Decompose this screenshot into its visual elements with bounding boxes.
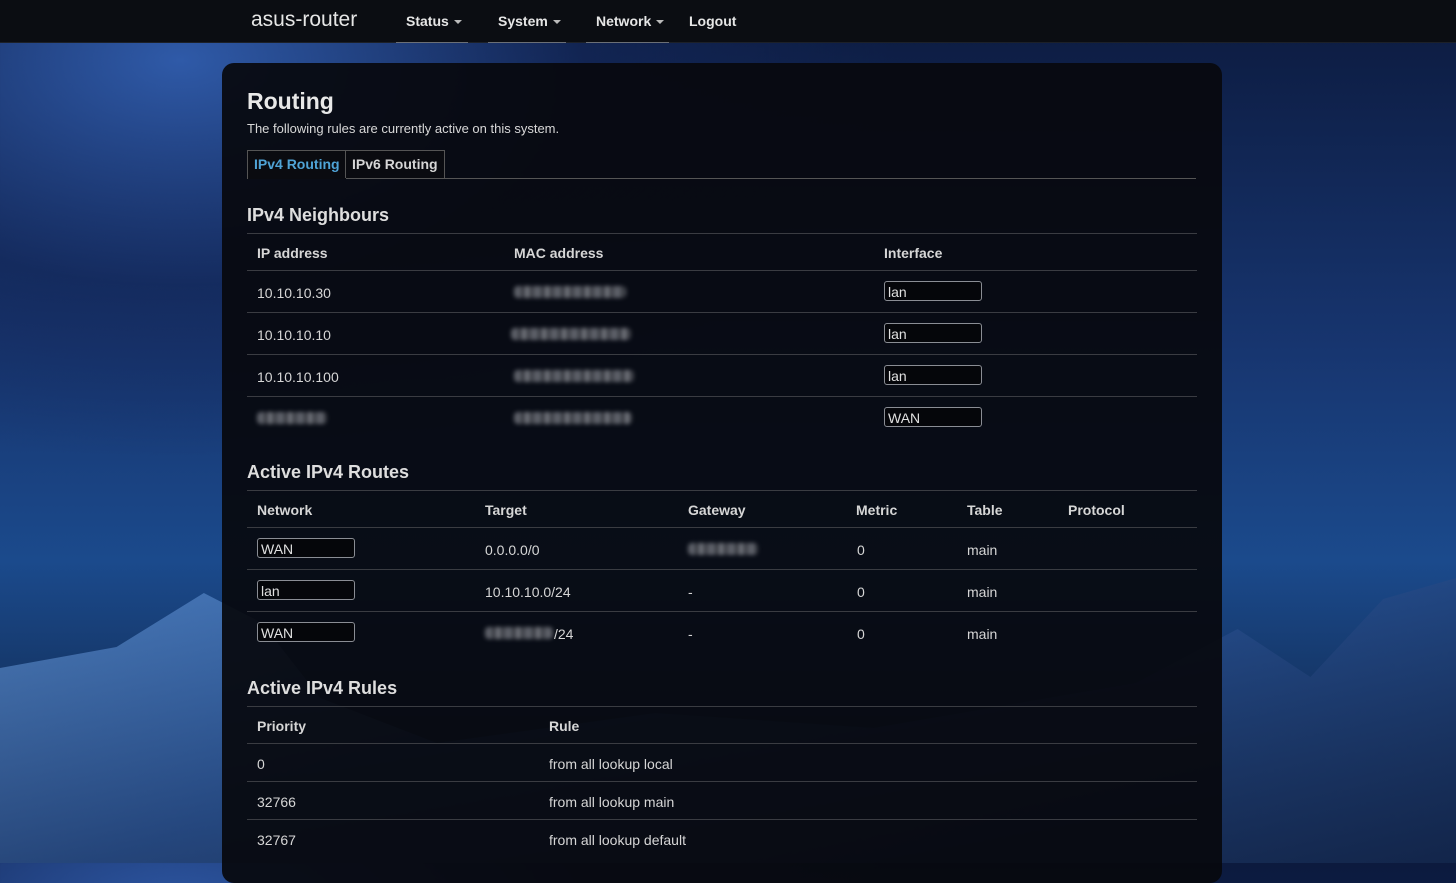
chevron-down-icon [552, 20, 561, 25]
nav-status-menu[interactable]: Status [396, 13, 468, 43]
brand-logo-text[interactable]: asus-router [251, 8, 357, 32]
nav-system-label: System [498, 13, 548, 29]
rule-text: from all lookup local [549, 756, 673, 772]
table-row: 0 from all lookup local [247, 743, 1197, 781]
chevron-down-icon [656, 20, 665, 25]
column-header: Interface [884, 245, 943, 261]
route-gateway: - [688, 584, 693, 600]
ip-address: 10.10.10.30 [257, 285, 331, 301]
table-header-row: Network Target Gateway Metric Table Prot… [247, 490, 1197, 527]
routes-table: Network Target Gateway Metric Table Prot… [247, 490, 1197, 653]
table-header-row: Priority Rule [247, 706, 1197, 743]
route-table: main [967, 626, 998, 642]
interface-badge: WAN [884, 407, 982, 427]
page-title: Routing [247, 88, 334, 114]
nav-network-menu[interactable]: Network [586, 13, 669, 43]
rules-table: Priority Rule 0 from all lookup local 32… [247, 706, 1197, 857]
neighbours-heading: IPv4 Neighbours [247, 205, 390, 225]
interface-badge: lan [884, 281, 982, 301]
column-header: Priority [257, 718, 307, 734]
tab-ipv6-routing[interactable]: IPv6 Routing [345, 150, 445, 178]
network-badge: lan [257, 580, 355, 600]
table-row: 32766 from all lookup main [247, 781, 1197, 819]
tab-ipv4-routing[interactable]: IPv4 Routing [247, 150, 347, 179]
column-header: Target [485, 502, 527, 518]
mac-address-redacted [511, 328, 631, 340]
route-table: main [967, 542, 998, 558]
routes-heading: Active IPv4 Routes [247, 462, 410, 482]
table-row: 10.10.10.10 lan [247, 312, 1197, 354]
nav-system-menu[interactable]: System [488, 13, 566, 43]
column-header: Metric [856, 502, 898, 518]
network-badge: WAN [257, 538, 355, 558]
top-navbar: asus-router Status System Network Logout [0, 0, 1456, 43]
mac-address-redacted [514, 370, 634, 382]
ip-address: 10.10.10.10 [257, 327, 331, 343]
rule-priority: 32767 [257, 832, 296, 848]
route-target-suffix: /24 [554, 626, 574, 642]
route-table: main [967, 584, 998, 600]
table-header-row: IP address MAC address Interface [247, 233, 1197, 270]
nav-logout-link[interactable]: Logout [689, 13, 736, 42]
nav-network-label: Network [596, 13, 652, 29]
mac-address-redacted [514, 286, 626, 298]
route-target: 10.10.10.0/24 [485, 584, 571, 600]
column-header: Table [967, 502, 1003, 518]
routing-tabs: IPv4 Routing IPv6 Routing [247, 150, 1196, 179]
column-header: Gateway [688, 502, 746, 518]
main-panel: Routing The following rules are currentl… [222, 63, 1222, 883]
column-header: Protocol [1068, 502, 1125, 518]
neighbours-table: IP address MAC address Interface 10.10.1… [247, 233, 1197, 438]
route-target: 0.0.0.0/0 [485, 542, 540, 558]
table-row: lan 10.10.10.0/24 - 0 main [247, 569, 1197, 611]
gateway-redacted [688, 543, 758, 555]
column-header: Rule [549, 718, 580, 734]
table-row: WAN 0.0.0.0/0 0 main [247, 527, 1197, 569]
nav-logout-label: Logout [689, 13, 737, 29]
chevron-down-icon [453, 20, 462, 25]
target-redacted [485, 627, 553, 639]
ip-address-redacted [257, 412, 327, 424]
route-metric: 0 [857, 626, 865, 642]
nav-status-label: Status [406, 13, 449, 29]
network-badge: WAN [257, 622, 355, 642]
column-header: MAC address [514, 245, 604, 261]
route-metric: 0 [857, 584, 865, 600]
rule-priority: 32766 [257, 794, 296, 810]
rule-text: from all lookup main [549, 794, 675, 810]
interface-badge: lan [884, 323, 982, 343]
rule-priority: 0 [257, 756, 265, 772]
rule-text: from all lookup default [549, 832, 686, 848]
interface-badge: lan [884, 365, 982, 385]
table-row: 10.10.10.100 lan [247, 354, 1197, 396]
route-metric: 0 [857, 542, 865, 558]
table-row: 10.10.10.30 lan [247, 270, 1197, 312]
table-row: WAN /24 - 0 main [247, 611, 1197, 653]
column-header: Network [257, 502, 313, 518]
route-gateway: - [688, 626, 693, 642]
table-row: WAN [247, 396, 1197, 438]
ip-address: 10.10.10.100 [257, 369, 339, 385]
table-row: 32767 from all lookup default [247, 819, 1197, 857]
mac-address-redacted [514, 412, 632, 424]
column-header: IP address [257, 245, 328, 261]
page-description: The following rules are currently active… [247, 121, 560, 136]
rules-heading: Active IPv4 Rules [247, 678, 398, 698]
